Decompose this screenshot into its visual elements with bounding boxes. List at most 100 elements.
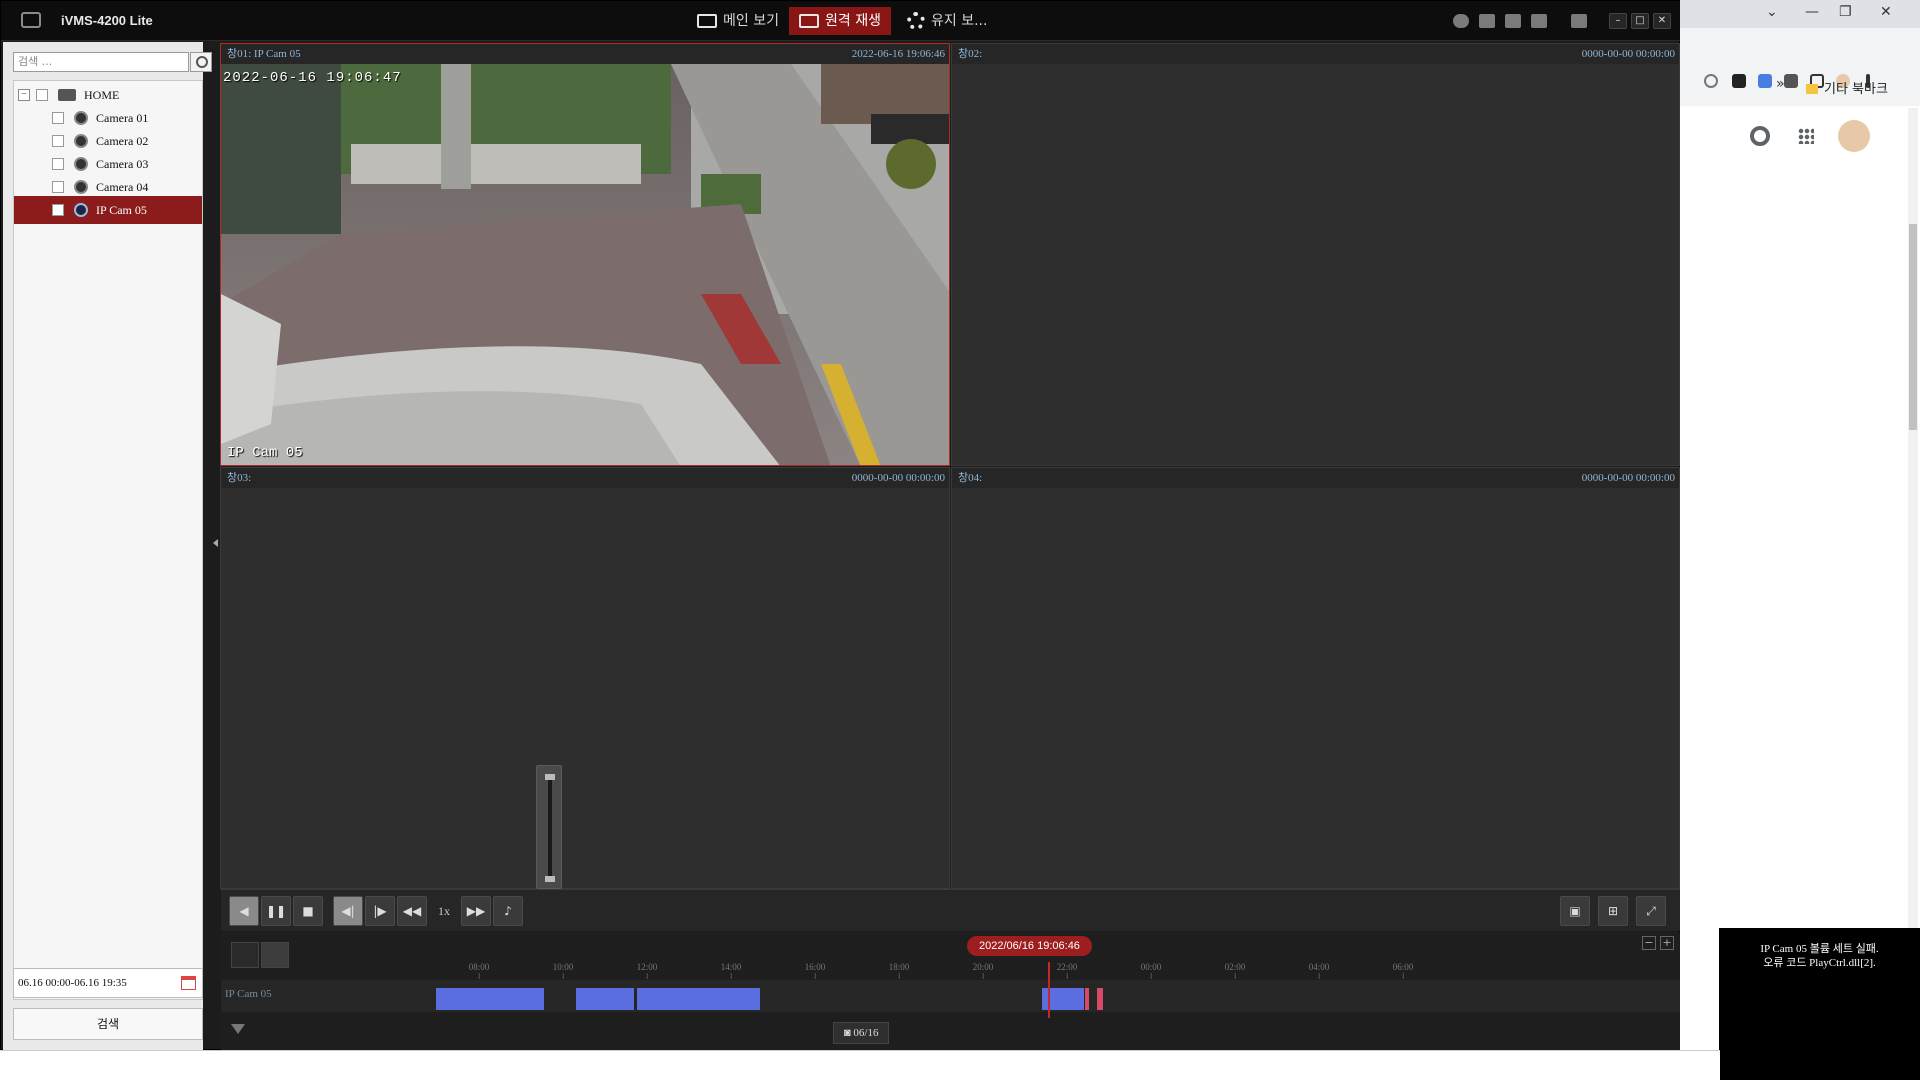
layout-icon[interactable]: ⊞ <box>1598 896 1628 926</box>
video-window-2[interactable]: 창02: 0000-00-00 00:00:00 <box>951 43 1680 466</box>
title-bar: iVMS-4200 Lite 메인 보기 원격 재생 유지 보... – □ ✕ <box>1 1 1681 41</box>
zoom-in-button[interactable]: + <box>1660 936 1674 950</box>
checkbox[interactable] <box>52 112 64 124</box>
record-segment[interactable] <box>576 988 634 1010</box>
account-avatar[interactable] <box>1838 120 1870 152</box>
settings-icon[interactable] <box>1750 126 1770 146</box>
checkbox[interactable] <box>52 204 64 216</box>
extensions-icon[interactable] <box>1784 74 1798 88</box>
volume-slider[interactable] <box>536 765 562 889</box>
record-track[interactable]: IP Cam 05 <box>221 980 1680 1012</box>
timeline-tick-label: 12:00 <box>636 962 658 979</box>
calendar-icon[interactable] <box>181 976 196 990</box>
stop-button[interactable]: ■ <box>293 896 323 926</box>
search-button[interactable]: 검색 <box>13 1008 203 1040</box>
cloud-icon[interactable] <box>1453 14 1469 28</box>
timeline-tick-label: 10:00 <box>552 962 574 979</box>
window-controls: – □ ✕ <box>1609 13 1671 29</box>
gear-icon <box>907 12 925 30</box>
lock-icon[interactable] <box>1571 14 1587 28</box>
tab-search-icon[interactable]: ⌄ <box>1766 4 1778 20</box>
search-icon[interactable] <box>190 52 212 72</box>
frame-forward-button[interactable]: |▶ <box>365 896 395 926</box>
volume-icon[interactable]: ♪ <box>493 896 523 926</box>
timeline-tick-label: 02:00 <box>1224 962 1246 979</box>
tab-remote-playback[interactable]: 원격 재생 <box>789 7 891 35</box>
timeline-tick-label: 20:00 <box>972 962 994 979</box>
date-range-value: 06.16 00:00-06.16 19:35 <box>18 977 127 989</box>
window-header: 창02: 0000-00-00 00:00:00 <box>952 44 1679 64</box>
checkbox[interactable] <box>52 181 64 193</box>
bookmarks-overflow[interactable]: » <box>1776 76 1785 92</box>
search-input[interactable]: 검색 ... <box>13 52 212 72</box>
fullscreen-icon[interactable]: ⤢ <box>1636 896 1666 926</box>
video-window-1[interactable]: 창01: IP Cam 05 2022-06-16 19:06:46 2022-… <box>220 43 950 466</box>
filter-icon[interactable] <box>231 1024 245 1034</box>
window-header: 창03: 0000-00-00 00:00:00 <box>221 468 949 488</box>
browser-tab-strip: ⌄ — ❐ ✕ <box>1680 0 1920 28</box>
restore-button[interactable]: ❐ <box>1839 4 1852 20</box>
tab-label: 원격 재생 <box>825 13 881 29</box>
tree-item-label: IP Cam 05 <box>96 202 147 217</box>
tab-label: 유지 보... <box>931 13 988 29</box>
panel-collapse-icon[interactable] <box>213 539 218 547</box>
volume-handle[interactable] <box>545 774 555 780</box>
checkbox[interactable] <box>52 135 64 147</box>
speed-up-button[interactable]: ▶▶ <box>461 896 491 926</box>
reverse-play-button[interactable]: ◀ <box>229 896 259 926</box>
close-button[interactable]: ✕ <box>1653 13 1671 29</box>
alarm-segment[interactable] <box>1097 988 1103 1010</box>
osd-timestamp: 2022-06-16 19:06:47 <box>223 70 402 86</box>
snapshot-icon[interactable]: ▣ <box>1560 896 1590 926</box>
translate-extension-icon[interactable] <box>1758 74 1772 88</box>
translate-icon[interactable] <box>1704 74 1718 88</box>
close-button[interactable]: ✕ <box>1880 4 1892 20</box>
video-window-4[interactable]: 창04: 0000-00-00 00:00:00 <box>951 467 1680 889</box>
tree-item-label: Camera 03 <box>96 156 149 171</box>
user-icon[interactable] <box>1531 14 1547 28</box>
current-time-badge: 2022/06/16 19:06:46 <box>967 936 1092 956</box>
playback-speed: 1x <box>438 904 450 918</box>
toast-line-2: 오류 코드 PlayCtrl.dll[2]. <box>1763 957 1876 969</box>
checkbox[interactable] <box>36 89 48 101</box>
track-label: IP Cam 05 <box>225 988 272 1000</box>
search-placeholder: 검색 ... <box>18 55 53 68</box>
pulse-icon[interactable] <box>1505 14 1521 28</box>
scrollbar-thumb[interactable] <box>1909 224 1917 430</box>
tree-item-ip-cam-05[interactable]: IP Cam 05 <box>14 196 202 224</box>
collapse-toggle[interactable]: − <box>18 89 30 101</box>
tree-item-label: Camera 04 <box>96 179 149 194</box>
frame-back-button[interactable]: ◀| <box>333 896 363 926</box>
app-logo-icon <box>21 12 41 28</box>
volume-track[interactable] <box>548 776 552 876</box>
zoom-out-button[interactable]: − <box>1642 936 1656 950</box>
minimize-button[interactable]: — <box>1805 4 1819 20</box>
timeline-cursor[interactable] <box>1048 962 1050 1018</box>
record-segment[interactable] <box>637 988 760 1010</box>
toast-line-1: IP Cam 05 볼륨 세트 실패. <box>1760 943 1879 955</box>
maximize-button[interactable]: □ <box>1631 13 1649 29</box>
record-segment[interactable] <box>436 988 544 1010</box>
film-icon <box>799 14 819 28</box>
apps-grid-icon[interactable] <box>1798 128 1814 144</box>
error-toast: IP Cam 05 볼륨 세트 실패. 오류 코드 PlayCtrl.dll[2… <box>1719 928 1920 1080</box>
minimize-button[interactable]: – <box>1609 13 1627 29</box>
window-header: 창04: 0000-00-00 00:00:00 <box>952 468 1679 488</box>
checkbox[interactable] <box>52 158 64 170</box>
bookmark-label: 기타 북마크 <box>1824 82 1888 97</box>
ivms-window: iVMS-4200 Lite 메인 보기 원격 재생 유지 보... – □ ✕ <box>0 0 1681 1050</box>
timeline-footer: ◙ 06/16 <box>221 1016 1680 1050</box>
download-icon[interactable] <box>1732 74 1746 88</box>
date-range-field[interactable]: 06.16 00:00-06.16 19:35 <box>13 968 203 998</box>
day-badge[interactable]: ◙ 06/16 <box>833 1022 890 1044</box>
video-window-3[interactable]: 창03: 0000-00-00 00:00:00 <box>220 467 950 889</box>
tab-maintenance[interactable]: 유지 보... <box>897 7 997 35</box>
list-icon[interactable] <box>1479 14 1495 28</box>
tab-main-view[interactable]: 메인 보기 <box>687 7 789 35</box>
window-timestamp: 0000-00-00 00:00:00 <box>1581 48 1675 60</box>
bookmark-other[interactable]: 기타 북마크 <box>1806 78 1888 97</box>
pause-button[interactable]: ❚❚ <box>261 896 291 926</box>
slow-down-button[interactable]: ◀◀ <box>397 896 427 926</box>
alarm-segment[interactable] <box>1085 988 1089 1010</box>
timeline-ticks: 08:00 10:00 12:00 14:00 16:00 18:00 20:00 22:00… <box>221 962 1680 979</box>
